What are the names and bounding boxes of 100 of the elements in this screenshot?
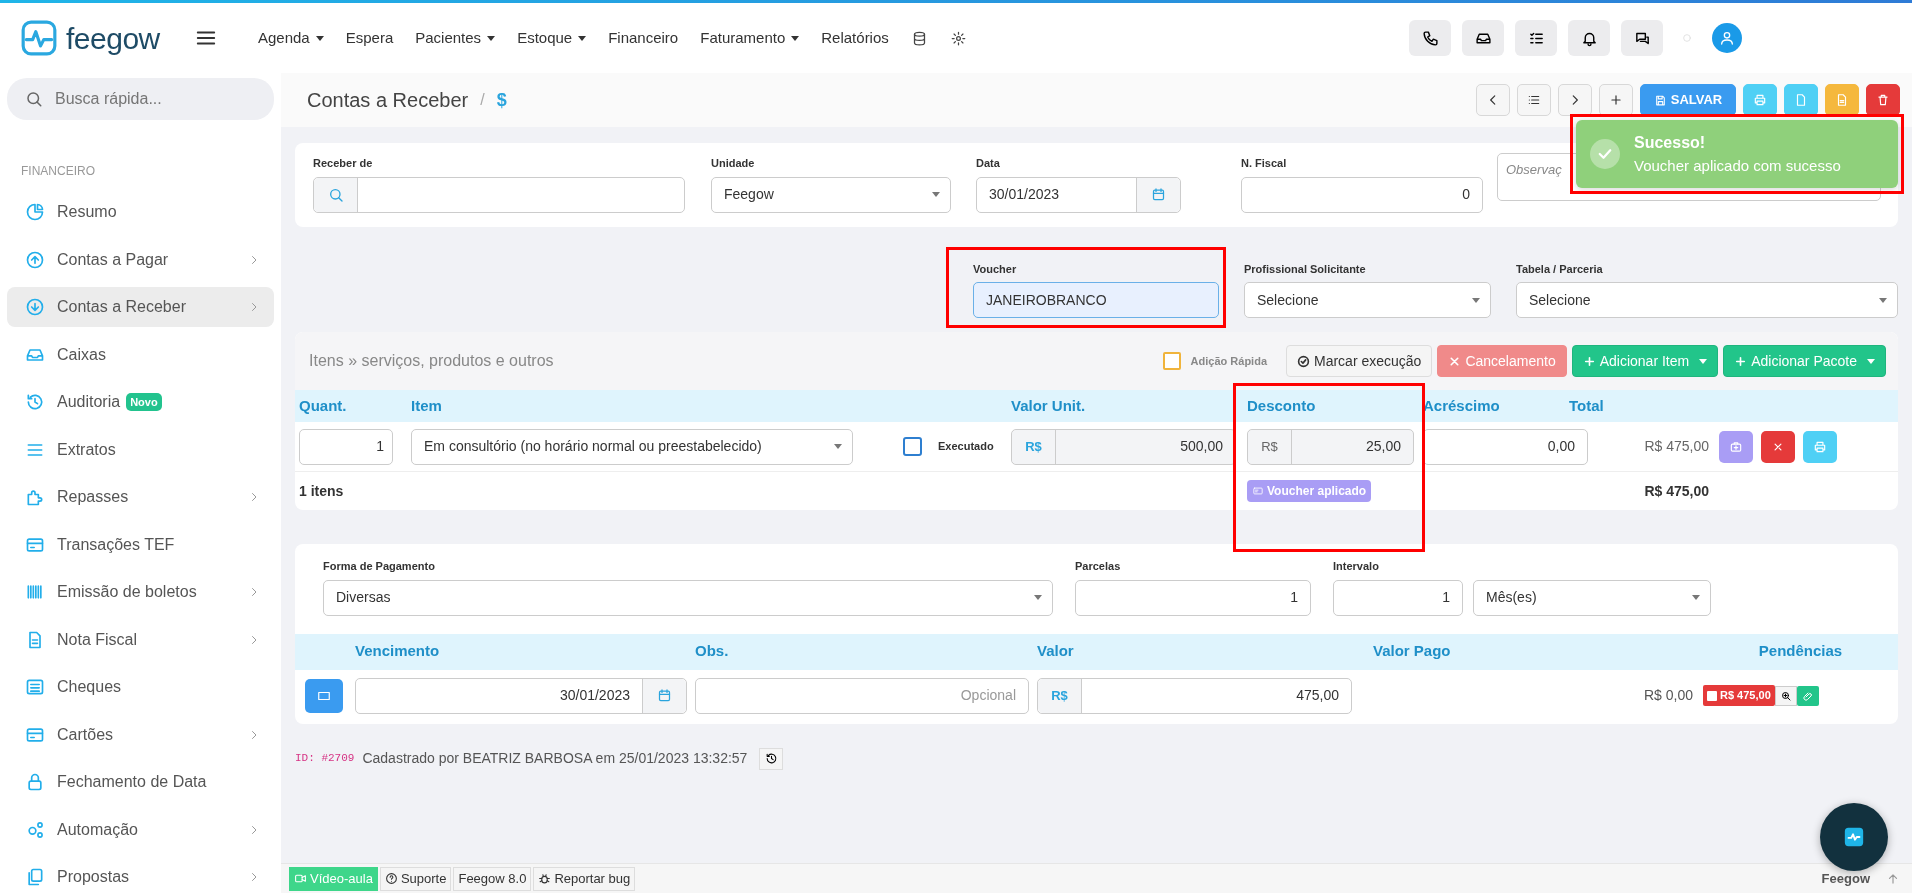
sidebar-item[interactable]: Nota Fiscal	[7, 619, 274, 660]
column-header: Valor	[1037, 642, 1074, 660]
checklist-button[interactable]	[1515, 20, 1557, 56]
checkbox-label: Executado	[938, 439, 994, 455]
dropdown-field[interactable]: Diversas	[323, 579, 1053, 616]
new-badge: Novo	[126, 392, 162, 412]
footer-brand: Feegow	[1821, 869, 1870, 888]
sidebar-item[interactable]: Cheques	[7, 667, 274, 707]
plus-icon	[1609, 93, 1623, 107]
delete-button[interactable]	[1866, 84, 1900, 116]
nav-link[interactable]: Espera	[334, 26, 405, 50]
toast-title: Sucesso!	[1634, 132, 1707, 153]
chat-button[interactable]	[1820, 803, 1888, 871]
date-field[interactable]: 30/01/2023	[976, 176, 1181, 213]
nav-link[interactable]: Pacientes	[404, 26, 507, 50]
history-icon	[764, 752, 778, 765]
input-field[interactable]	[313, 176, 685, 213]
check-circle-icon	[1297, 354, 1310, 368]
dropdown-field[interactable]: Selecione	[1244, 282, 1491, 318]
field-label: Receber de	[313, 156, 374, 171]
footer-link[interactable]: Reportar bug	[533, 866, 636, 891]
sidebar-item[interactable]: Extratos	[7, 429, 274, 470]
nav-link[interactable]: Financeiro	[597, 26, 690, 50]
document-icon	[1794, 93, 1808, 107]
list-button[interactable]	[1517, 84, 1551, 116]
sidebar-item[interactable]: Caixas	[7, 334, 274, 375]
inbox-button[interactable]	[1462, 20, 1504, 56]
medkit-button[interactable]	[1719, 430, 1753, 463]
toast-message: Voucher aplicado com sucesso	[1634, 155, 1841, 176]
column-header: Acréscimo	[1423, 396, 1500, 414]
footer-link[interactable]: Feegow 8.0	[453, 866, 532, 891]
next-button[interactable]	[1558, 84, 1592, 116]
document-icon	[1835, 93, 1849, 107]
chat-button[interactable]	[1621, 20, 1663, 56]
section-label: FINANCEIRO	[21, 163, 96, 180]
calendar-icon	[1151, 187, 1166, 202]
sidebar-item[interactable]: Fechamento de Data	[7, 762, 274, 802]
puzzle-icon	[25, 487, 45, 507]
field-label: Profissional Solicitante	[1244, 261, 1367, 277]
sidebar-item[interactable]: Automação	[7, 809, 274, 850]
nav-link[interactable]: Relatórios	[810, 26, 900, 50]
column-header: Pendências	[1758, 642, 1843, 660]
currency-field[interactable]: R$ 25,00	[1247, 428, 1414, 465]
input-field[interactable]: 1	[1333, 579, 1463, 616]
field-label: Unidade	[711, 156, 756, 171]
column-header: Quant.	[299, 396, 347, 414]
calendar-icon	[657, 688, 672, 703]
input-field[interactable]: 1	[1075, 579, 1311, 616]
history-button[interactable]	[759, 747, 784, 770]
currency-field[interactable]: R$ 500,00	[1011, 428, 1236, 465]
sidebar-item[interactable]: Transações TEF	[7, 524, 274, 565]
dropdown-field[interactable]: Em consultório (no horário normal ou preestabelecido)	[411, 428, 853, 465]
sidebar-item[interactable]: Auditoria Novo	[7, 382, 274, 422]
footer-link[interactable]: Suporte	[379, 866, 452, 891]
remove-button[interactable]	[1761, 430, 1795, 463]
phone-icon	[1421, 29, 1439, 47]
dropdown-field[interactable]: Feegow	[711, 176, 951, 213]
grand-total: R$ 475,00	[1644, 482, 1709, 499]
sidebar-item[interactable]: Emissão de boletos	[7, 572, 274, 612]
item-count: 1 itens	[299, 482, 344, 499]
breadcrumb-separator: /	[480, 90, 485, 110]
add-button[interactable]	[1599, 84, 1633, 116]
dropdown-field[interactable]: Selecione	[1516, 282, 1898, 318]
avatar[interactable]	[1712, 23, 1742, 53]
list-icon	[1527, 93, 1541, 107]
sidebar-item[interactable]: Contas a Receber	[7, 287, 274, 327]
date-field[interactable]: 30/01/2023	[355, 677, 687, 714]
bell-button[interactable]	[1568, 20, 1610, 56]
voucher-field[interactable]: JANEIROBRANCO	[973, 282, 1219, 318]
print-button[interactable]	[1743, 84, 1777, 116]
dropdown-field[interactable]: Mês(es)	[1473, 579, 1711, 616]
document-button[interactable]	[1784, 84, 1818, 116]
record-id: ID: #2709	[295, 751, 355, 767]
nav-link[interactable]: Agenda	[247, 26, 335, 50]
nav-link[interactable]: Faturamento	[689, 26, 811, 50]
sidebar-item[interactable]: Propostas	[7, 857, 274, 893]
printer-icon	[1753, 93, 1767, 107]
zoom-button[interactable]	[1774, 685, 1797, 706]
mark-execution-button[interactable]: Marcar execução	[1286, 345, 1433, 377]
settings-icon[interactable]	[950, 30, 966, 46]
sidebar-item[interactable]: Contas a Pagar	[7, 239, 274, 280]
sidebar-item[interactable]: Resumo	[7, 192, 274, 232]
card-button[interactable]	[305, 678, 343, 713]
user-icon	[1719, 30, 1735, 46]
record-info: Cadastrado por BEATRIZ BARBOSA em 25/01/2023 13:32:57	[362, 749, 748, 768]
database-icon[interactable]	[911, 30, 927, 46]
currency-field[interactable]: R$ 475,00	[1037, 677, 1352, 714]
phone-button[interactable]	[1409, 20, 1451, 56]
search-field[interactable]: Busca rápida...	[7, 78, 274, 120]
field-label: Forma de Pagamento	[323, 559, 436, 574]
input-field[interactable]: 0	[1241, 176, 1483, 213]
sidebar-item[interactable]: Cartões	[7, 714, 274, 755]
sidebar-item[interactable]: Repasses	[7, 477, 274, 517]
printer-icon	[1813, 439, 1827, 454]
input-field[interactable]: 1	[299, 428, 393, 465]
input-field[interactable]: 0,00	[1423, 428, 1588, 465]
nav-link[interactable]: Estoque	[506, 26, 598, 50]
column-header: Desconto	[1247, 396, 1316, 414]
document-button[interactable]	[1825, 84, 1859, 116]
checkbox[interactable]	[903, 437, 922, 456]
